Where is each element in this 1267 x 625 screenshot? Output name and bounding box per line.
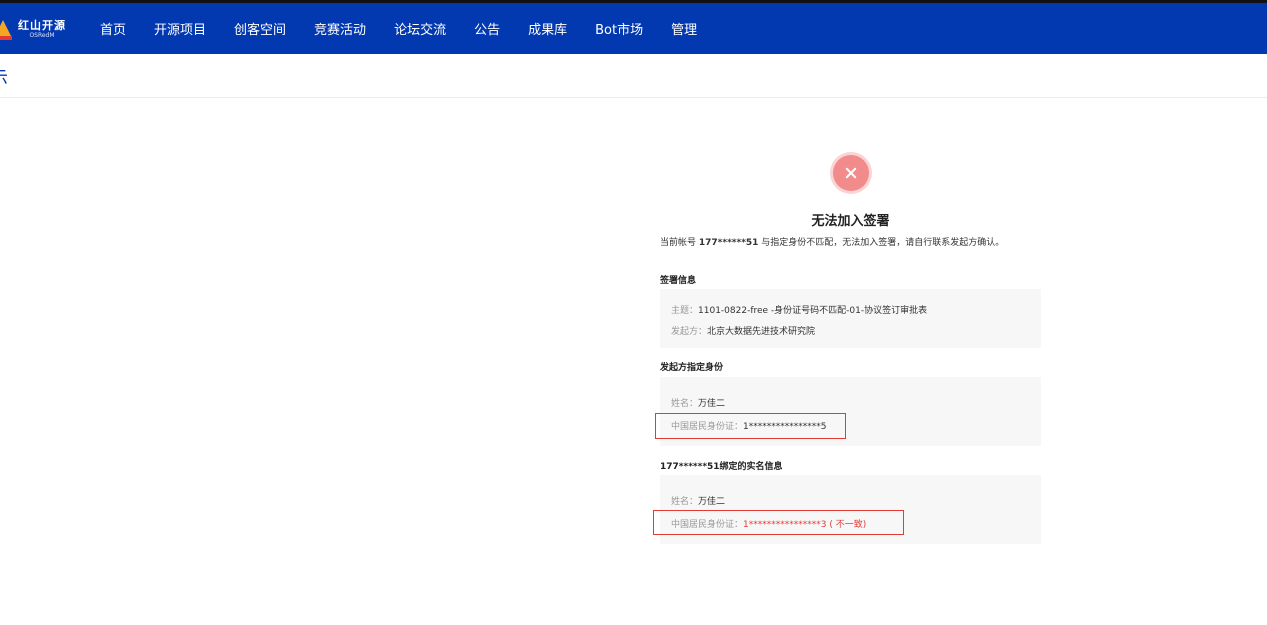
subject-row: 主题：1101-0822-free -身份证号码不匹配-01-协议签订审批表 [671, 303, 927, 316]
page-title: 示 [0, 64, 8, 90]
nav-item-open-source-projects[interactable]: 开源项目 [154, 19, 206, 38]
main-nav: 首页 开源项目 创客空间 竞赛活动 论坛交流 公告 成果库 Bot市场 管理 [100, 3, 725, 54]
desc-account: 177******51 [698, 238, 759, 248]
designated-identity-heading: 发起方指定身份 [660, 363, 724, 373]
bound-id-highlight [653, 510, 904, 535]
sign-info-heading: 签署信息 [660, 276, 697, 286]
desc-suffix: 与指定身份不匹配，无法加入签署，请自行联系发起方确认。 [758, 238, 1005, 248]
brand-text: 红山开源 OSRedM [18, 20, 66, 39]
brand-name-cn: 红山开源 [18, 18, 66, 32]
close-circle-icon [833, 155, 869, 191]
nav-item-admin[interactable]: 管理 [671, 19, 697, 38]
bound-name-label: 姓名： [671, 497, 699, 507]
nav-item-forum[interactable]: 论坛交流 [394, 19, 446, 38]
desc-prefix: 当前帐号 [660, 238, 699, 248]
sign-info-box: 主题：1101-0822-free -身份证号码不匹配-01-协议签订审批表 发… [660, 289, 1041, 348]
designated-id-highlight [655, 413, 846, 439]
designated-name-row: 姓名：万佳二 [671, 396, 725, 409]
result-description: 当前帐号 177******51 与指定身份不匹配，无法加入签署，请自行联系发起… [660, 235, 1055, 248]
nav-item-maker-space[interactable]: 创客空间 [234, 19, 286, 38]
subject-label: 主题： [671, 306, 699, 316]
top-navbar: 红山开源 OSRedM 首页 开源项目 创客空间 竞赛活动 论坛交流 公告 成果… [0, 3, 1267, 54]
brand-logo[interactable]: 红山开源 OSRedM [0, 16, 66, 42]
designated-name-label: 姓名： [671, 399, 699, 409]
initiator-label: 发起方： [671, 327, 708, 337]
nav-item-announcements[interactable]: 公告 [474, 19, 500, 38]
bound-identity-heading: 177******51绑定的实名信息 [660, 462, 783, 472]
nav-item-bot-market[interactable]: Bot市场 [595, 19, 643, 38]
initiator-row: 发起方：北京大数据先进技术研究院 [671, 324, 815, 337]
nav-item-achievements[interactable]: 成果库 [528, 19, 567, 38]
result-title: 无法加入签署 [811, 214, 890, 229]
initiator-value: 北京大数据先进技术研究院 [707, 327, 816, 337]
brand-name-en: OSRedM [29, 31, 55, 39]
subject-value: 1101-0822-free -身份证号码不匹配-01-协议签订审批表 [698, 306, 928, 316]
nav-item-competitions[interactable]: 竞赛活动 [314, 19, 366, 38]
nav-item-home[interactable]: 首页 [100, 19, 126, 38]
mountain-logo-icon [0, 16, 12, 42]
bound-name-value: 万佳二 [698, 497, 726, 507]
bound-name-row: 姓名：万佳二 [671, 494, 725, 507]
page-subheader: 示 [0, 54, 1267, 98]
designated-name-value: 万佳二 [698, 399, 726, 409]
